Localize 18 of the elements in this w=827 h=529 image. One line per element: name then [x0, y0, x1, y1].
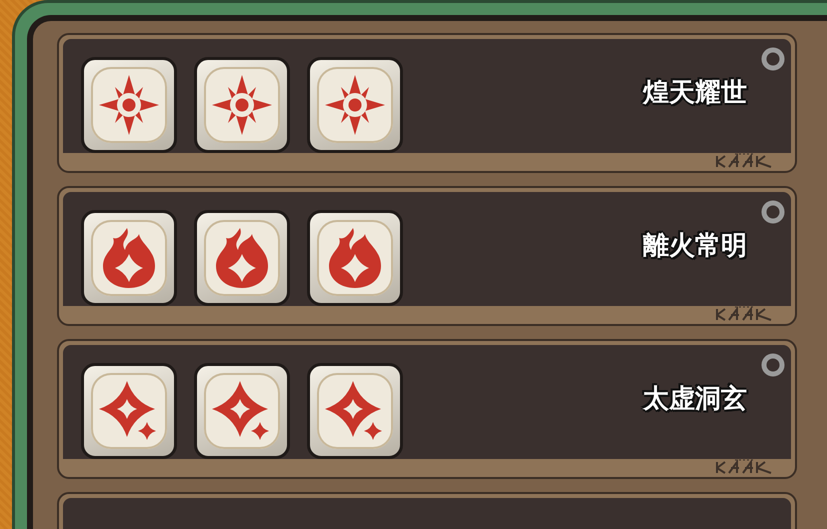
ring-icon — [761, 353, 785, 377]
set-title: 煌天耀世 — [643, 77, 747, 110]
emblem-tile[interactable] — [307, 57, 403, 153]
emblem-tile[interactable] — [81, 210, 177, 306]
ring-icon — [761, 47, 785, 71]
emblem-tile[interactable] — [194, 210, 290, 306]
sun-emblem-icon — [210, 73, 274, 137]
set-title: 離火常明 — [643, 230, 747, 263]
sun-emblem-icon — [323, 73, 387, 137]
emblem-tile[interactable] — [194, 57, 290, 153]
set-title: 太虚洞玄 — [643, 383, 747, 416]
emblem-tile[interactable] — [81, 363, 177, 459]
emblem-tile[interactable] — [81, 57, 177, 153]
ring-icon — [761, 200, 785, 224]
sun-emblem-icon — [97, 73, 161, 137]
emblem-tile[interactable] — [194, 363, 290, 459]
emblem-tile[interactable] — [307, 363, 403, 459]
emblem-tile[interactable] — [307, 210, 403, 306]
